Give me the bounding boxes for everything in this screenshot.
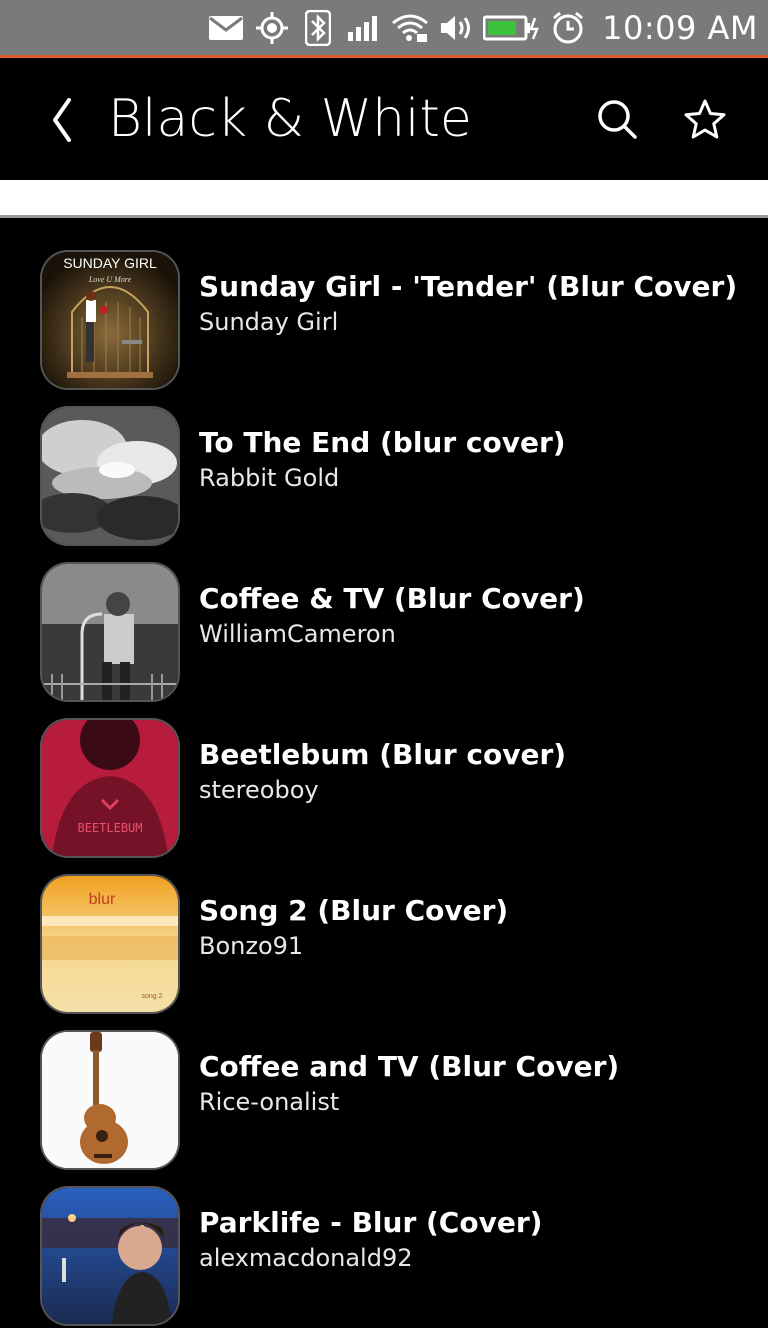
location-icon xyxy=(252,8,292,48)
list-item[interactable]: BEETLEBUM Beetlebum (Blur cover) stereob… xyxy=(0,720,768,860)
album-art xyxy=(42,1032,178,1168)
list-item[interactable]: SUNDAY GIRL Love U More Sunday Girl - 'T… xyxy=(0,252,768,392)
status-icons: 10:09 AM xyxy=(200,8,758,48)
art-text: blur xyxy=(89,891,116,908)
track-title: Song 2 (Blur Cover) xyxy=(199,894,509,927)
list-item[interactable]: To The End (blur cover) Rabbit Gold xyxy=(0,408,768,548)
mail-icon xyxy=(206,8,246,48)
track-artist: Bonzo91 xyxy=(199,932,304,960)
back-button[interactable] xyxy=(40,92,84,148)
status-bar: 10:09 AM xyxy=(0,0,768,55)
track-artist: Rabbit Gold xyxy=(199,464,340,492)
track-title: To The End (blur cover) xyxy=(199,426,566,459)
track-artist: WilliamCameron xyxy=(199,620,396,648)
bluetooth-icon xyxy=(298,8,338,48)
album-art: BEETLEBUM xyxy=(42,720,178,856)
volume-icon xyxy=(436,8,476,48)
star-icon xyxy=(684,99,726,139)
track-artist: Rice-onalist xyxy=(199,1088,340,1116)
search-icon xyxy=(598,100,637,139)
track-title: Beetlebum (Blur cover) xyxy=(199,738,567,771)
art-text: BEETLEBUM xyxy=(77,821,142,835)
list-item[interactable]: blur song 2 Song 2 (Blur Cover) Bonzo91 xyxy=(0,876,768,1016)
track-title: Coffee and TV (Blur Cover) xyxy=(199,1050,620,1083)
track-title: Coffee & TV (Blur Cover) xyxy=(199,582,585,615)
track-artist: Sunday Girl xyxy=(199,308,339,336)
list-item[interactable]: Coffee & TV (Blur Cover) WilliamCameron xyxy=(0,564,768,704)
signal-icon xyxy=(344,8,384,48)
track-artist: alexmacdonald92 xyxy=(199,1244,413,1272)
album-art: SUNDAY GIRL Love U More xyxy=(42,252,178,388)
art-text: SUNDAY GIRL xyxy=(63,255,157,271)
track-artist: stereoboy xyxy=(199,776,319,804)
wifi-icon xyxy=(390,8,430,48)
track-title: Parklife - Blur (Cover) xyxy=(199,1206,543,1239)
album-art: blur song 2 xyxy=(42,876,178,1012)
header: Black & White xyxy=(0,58,768,180)
art-subtext: Love U More xyxy=(88,275,132,284)
status-time: 10:09 AM xyxy=(602,9,758,47)
album-art xyxy=(42,564,178,700)
divider xyxy=(0,215,768,218)
search-bar-area xyxy=(0,180,768,215)
search-button[interactable] xyxy=(592,94,642,144)
art-subtext: song 2 xyxy=(141,993,162,1000)
chevron-left-icon xyxy=(53,98,71,142)
page-title: Black & White xyxy=(108,89,472,149)
list-item[interactable]: Parklife - Blur (Cover) alexmacdonald92 xyxy=(0,1188,768,1328)
alarm-icon xyxy=(548,8,588,48)
album-art xyxy=(42,1188,178,1324)
track-title: Sunday Girl - 'Tender' (Blur Cover) xyxy=(199,270,738,303)
favorite-button[interactable] xyxy=(680,94,730,144)
list-item[interactable]: Coffee and TV (Blur Cover) Rice-onalist xyxy=(0,1032,768,1172)
battery-icon xyxy=(482,8,542,48)
album-art xyxy=(42,408,178,544)
